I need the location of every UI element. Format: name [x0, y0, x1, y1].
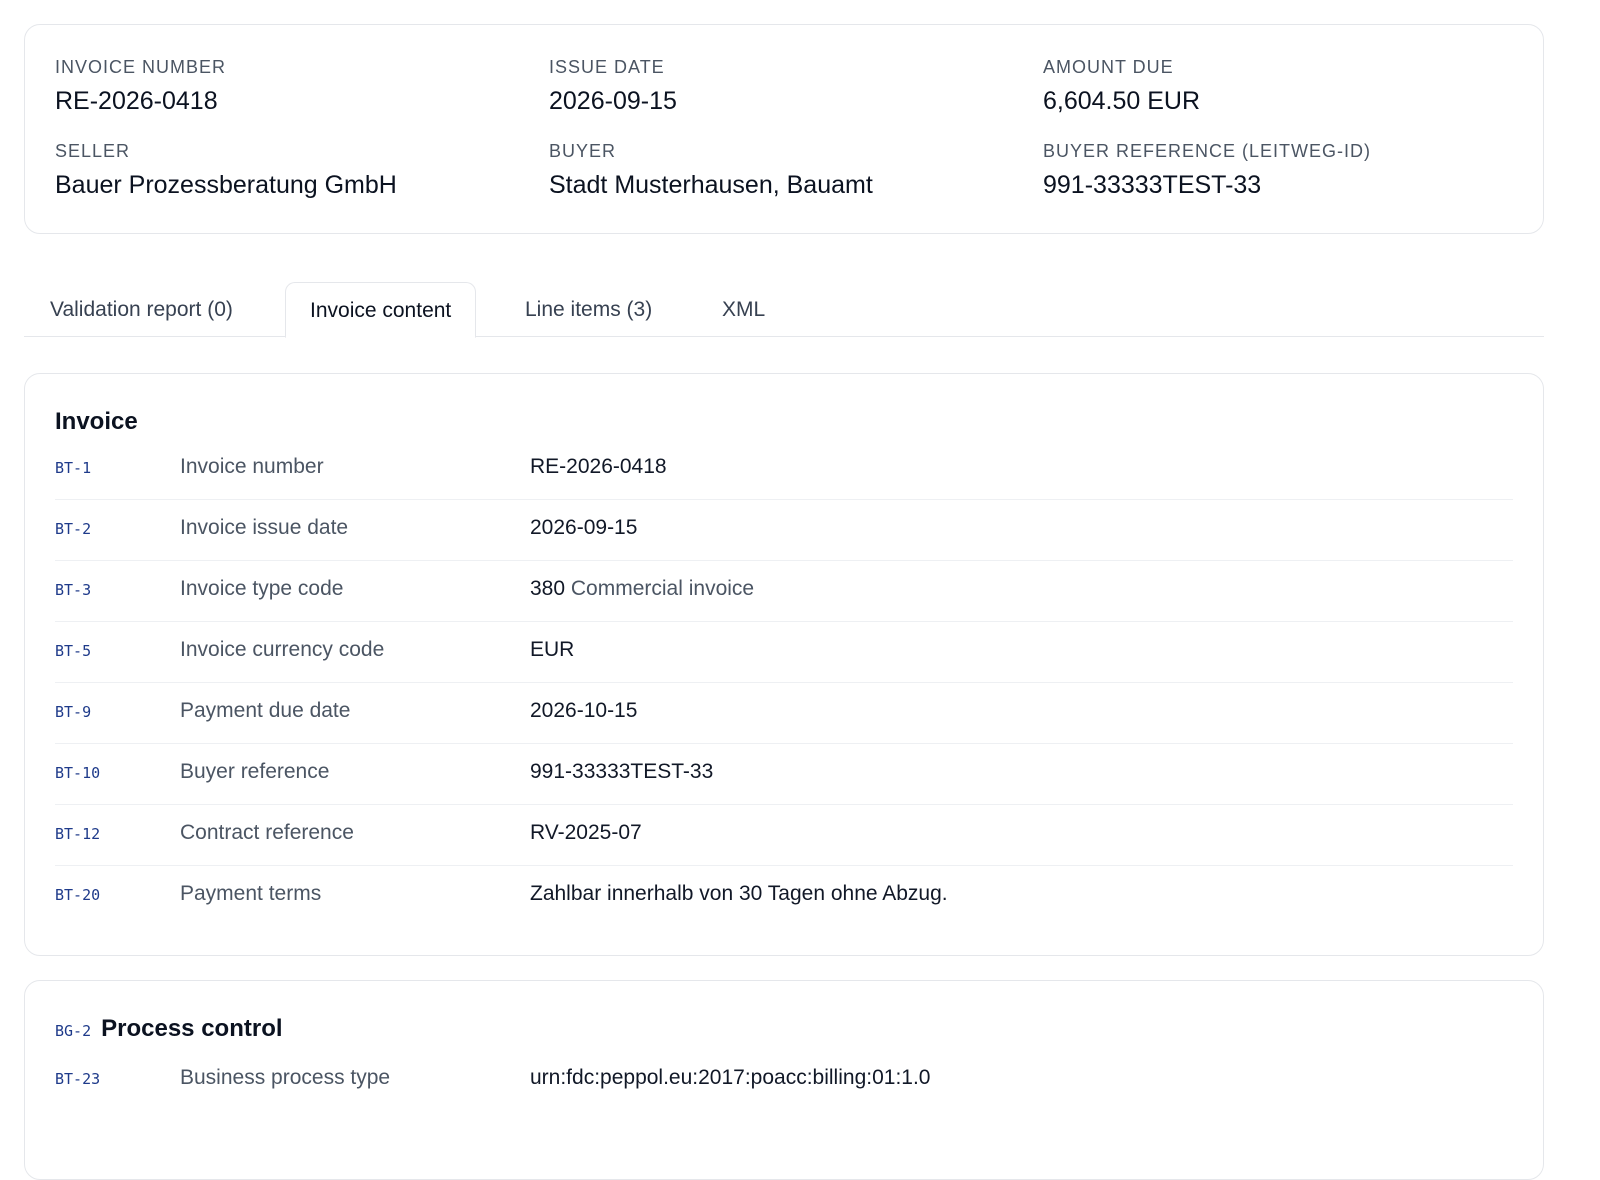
field-label: Invoice issue date [180, 516, 349, 539]
type-code-description: Commercial invoice [570, 577, 755, 600]
field-value: urn:fdc:peppol.eu:2017:poacc:billing:01:… [530, 1066, 931, 1089]
bg-code: BG-2 [55, 1022, 92, 1040]
field-row: BT-23 Business process type urn:fdc:pepp… [55, 1050, 1513, 1111]
issue-date-label: ISSUE DATE [549, 57, 665, 77]
seller-label: SELLER [55, 141, 131, 161]
issue-date-value: 2026-09-15 [549, 87, 677, 115]
amount-due-label: AMOUNT DUE [1043, 57, 1174, 77]
field-label: Business process type [180, 1066, 391, 1089]
invoice-summary-card: INVOICE NUMBER RE-2026-0418 ISSUE DATE 2… [24, 24, 1544, 234]
bt-code: BT-5 [55, 642, 92, 660]
process-control-title-text: Process control [101, 1015, 283, 1042]
field-row: BT-12 Contract reference RV-2025-07 [55, 805, 1513, 866]
field-row: BT-3 Invoice type code 380 Commercial in… [55, 561, 1513, 622]
process-control-card: BG-2 Process control BT-23 Business proce… [24, 980, 1544, 1180]
tab-invoice-content[interactable]: Invoice content [285, 282, 477, 338]
field-label: Payment due date [180, 699, 351, 722]
bt-code: BT-3 [55, 581, 92, 599]
field-row: BT-9 Payment due date 2026-10-15 [55, 683, 1513, 744]
field-value: 380 Commercial invoice [530, 577, 754, 601]
bt-code: BT-1 [55, 459, 92, 477]
bt-code: BT-23 [55, 1070, 101, 1088]
field-value: Zahlbar innerhalb von 30 Tagen ohne Abzu… [530, 882, 948, 905]
invoice-section-card: Invoice BT-1 Invoice number RE-2026-0418… [24, 373, 1544, 956]
bt-code: BT-2 [55, 520, 92, 538]
bt-code: BT-12 [55, 825, 101, 843]
invoice-number-label: INVOICE NUMBER [55, 57, 227, 77]
field-value: 991-33333TEST-33 [530, 760, 714, 783]
summary-buyer-reference: BUYER REFERENCE (LEITWEG-ID) 991-33333TE… [1043, 139, 1513, 201]
buyer-reference-value: 991-33333TEST-33 [1043, 171, 1262, 199]
field-value: 2026-10-15 [530, 699, 638, 722]
invoice-number-value: RE-2026-0418 [55, 87, 218, 115]
invoice-section-title: Invoice [55, 408, 138, 435]
summary-amount-due: AMOUNT DUE 6,604.50 EUR [1043, 55, 1513, 117]
buyer-reference-label: BUYER REFERENCE (LEITWEG-ID) [1043, 141, 1372, 161]
field-row: BT-1 Invoice number RE-2026-0418 [55, 439, 1513, 500]
summary-buyer: BUYER Stadt Musterhausen, Bauamt [549, 139, 1043, 201]
tab-xml[interactable]: XML [698, 282, 789, 337]
buyer-label: BUYER [549, 141, 617, 161]
bt-code: BT-10 [55, 764, 101, 782]
amount-due-value: 6,604.50 EUR [1043, 87, 1201, 115]
type-code-value: 380 [530, 577, 566, 600]
field-value: EUR [530, 638, 575, 661]
field-label: Buyer reference [180, 760, 330, 783]
field-label: Contract reference [180, 821, 354, 844]
field-value: RV-2025-07 [530, 821, 642, 844]
summary-grid: INVOICE NUMBER RE-2026-0418 ISSUE DATE 2… [55, 55, 1513, 201]
summary-invoice-number: INVOICE NUMBER RE-2026-0418 [55, 55, 549, 117]
bt-code: BT-9 [55, 703, 92, 721]
summary-issue-date: ISSUE DATE 2026-09-15 [549, 55, 1043, 117]
field-row: BT-20 Payment terms Zahlbar innerhalb vo… [55, 866, 1513, 927]
seller-value: Bauer Prozessberatung GmbH [55, 171, 397, 199]
field-row: BT-5 Invoice currency code EUR [55, 622, 1513, 683]
tab-line-items[interactable]: Line items (3) [501, 282, 676, 337]
summary-seller: SELLER Bauer Prozessberatung GmbH [55, 139, 549, 201]
field-value: RE-2026-0418 [530, 455, 667, 478]
process-field-list: BT-23 Business process type urn:fdc:pepp… [55, 1050, 1513, 1111]
field-row: BT-2 Invoice issue date 2026-09-15 [55, 500, 1513, 561]
bt-code: BT-20 [55, 886, 101, 904]
tab-validation-report[interactable]: Validation report (0) [26, 282, 257, 337]
field-label: Invoice number [180, 455, 324, 478]
field-value: 2026-09-15 [530, 516, 638, 539]
process-control-title: BG-2 Process control [55, 1015, 283, 1043]
field-label: Invoice currency code [180, 638, 385, 661]
field-label: Payment terms [180, 882, 322, 905]
buyer-value: Stadt Musterhausen, Bauamt [549, 171, 873, 199]
invoice-field-list: BT-1 Invoice number RE-2026-0418 BT-2 In… [55, 439, 1513, 927]
tab-bar: Validation report (0) Invoice content Li… [24, 282, 1544, 338]
field-row: BT-10 Buyer reference 991-33333TEST-33 [55, 744, 1513, 805]
field-label: Invoice type code [180, 577, 344, 600]
